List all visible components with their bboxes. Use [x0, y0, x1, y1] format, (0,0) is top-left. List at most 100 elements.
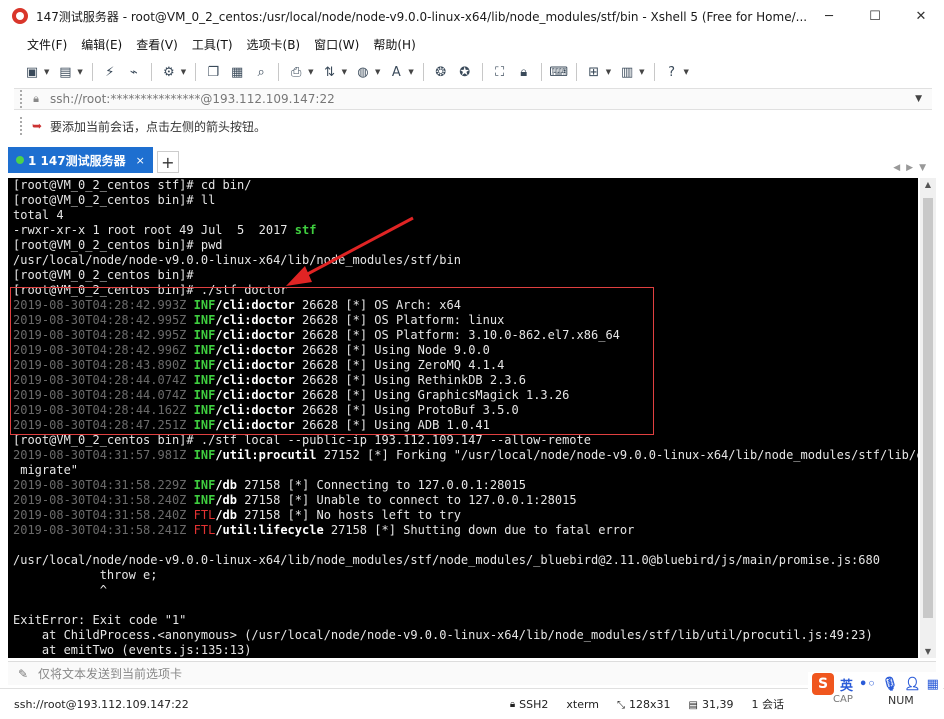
- lock-icon: 🔒︎: [509, 698, 516, 710]
- terminal-text: /cli:doctor: [215, 358, 295, 372]
- disconnect-icon[interactable]: ⌁: [125, 63, 143, 81]
- find-icon[interactable]: ⌕: [252, 63, 270, 81]
- toolbar-divider: [91, 63, 93, 81]
- tab-scroll-arrows-icon[interactable]: ◀▶▼: [893, 163, 936, 173]
- microphone-icon[interactable]: 🎙︎: [882, 677, 899, 692]
- terminal-text: 27158 [*] No hosts left to try: [237, 508, 461, 522]
- compose-bar: ✎ 仅将文本发送到当前选项卡: [8, 661, 936, 685]
- compose-send-icon[interactable]: ✎: [16, 667, 30, 681]
- terminal-text: 2019-08-30T04:28:44.074Z: [13, 373, 194, 387]
- terminal-text: 2019-08-30T04:28:42.996Z: [13, 343, 194, 357]
- session-address[interactable]: ssh://root:***************@193.112.109.1…: [50, 92, 335, 106]
- open-folder-icon[interactable]: ▤: [56, 63, 74, 81]
- terminal-line: [root@VM_0_2_centos bin]# ./stf local --…: [13, 433, 918, 448]
- info-text: 要添加当前会话，点击左侧的箭头按钮。: [50, 119, 267, 134]
- connected-status-icon: [16, 156, 24, 164]
- transfer-icon[interactable]: ⇅: [321, 63, 339, 81]
- terminal-line: total 4: [13, 208, 918, 223]
- terminal-text: INF: [193, 298, 216, 312]
- tab-session-1[interactable]: 1 147测试服务器 ×: [8, 147, 153, 173]
- menu-window[interactable]: 窗口(W): [307, 36, 366, 53]
- num-lock-indicator: NUM: [888, 694, 914, 707]
- scrollbar-thumb[interactable]: [923, 198, 933, 618]
- terminal-text: at ChildProcess.<anonymous> (/usr/local/…: [13, 628, 873, 642]
- fullscreen-icon[interactable]: ⛶: [491, 63, 509, 81]
- bookmark-arrow-icon[interactable]: ➥: [30, 119, 44, 133]
- xftp-icon[interactable]: ❂: [432, 63, 450, 81]
- tab-close-button[interactable]: ×: [136, 154, 145, 167]
- terminal-text: /usr/local/node/node-v9.0.0-linux-x64/li…: [13, 553, 880, 567]
- terminal-text: [root@VM_0_2_centos stf]# cd bin/: [13, 178, 252, 192]
- new-session-icon[interactable]: ▣: [23, 63, 41, 81]
- title-bar: 147测试服务器 - root@VM_0_2_centos:/usr/local…: [0, 0, 944, 32]
- menu-tools[interactable]: 工具(T): [185, 36, 240, 53]
- paste-icon[interactable]: ▦: [228, 63, 246, 81]
- terminal-line: [root@VM_0_2_centos stf]# cd bin/: [13, 178, 918, 193]
- drag-handle[interactable]: [20, 90, 24, 108]
- terminal-line: 2019-08-30T04:28:44.162Z INF/cli:doctor …: [13, 403, 918, 418]
- terminal-text: /db: [215, 508, 237, 522]
- close-button[interactable]: ✕: [898, 0, 944, 32]
- scroll-up-icon[interactable]: ▲: [920, 180, 936, 189]
- xagent-icon[interactable]: ✪: [456, 63, 474, 81]
- terminal-line: /usr/local/node/node-v9.0.0-linux-x64/li…: [13, 253, 918, 268]
- resize-icon: ⤡: [617, 699, 626, 711]
- chevron-down-icon[interactable]: ▼: [915, 94, 922, 104]
- terminal-text: 2019-08-30T04:28:42.995Z: [13, 328, 194, 342]
- toolbox-icon[interactable]: ▦: [927, 677, 939, 692]
- terminal-text: 2019-08-30T04:28:43.890Z: [13, 358, 194, 372]
- drag-handle[interactable]: [20, 117, 24, 135]
- menu-bar: 文件(F) 编辑(E) 查看(V) 工具(T) 选项卡(B) 窗口(W) 帮助(…: [20, 32, 423, 56]
- scroll-down-icon[interactable]: ▼: [920, 647, 936, 656]
- terminal-text: [root@VM_0_2_centos bin]# ll: [13, 193, 216, 207]
- terminal-line: [root@VM_0_2_centos bin]# pwd: [13, 238, 918, 253]
- lock-icon[interactable]: 🔒︎: [515, 63, 533, 81]
- terminal-text: INF: [193, 478, 216, 492]
- sogou-logo-icon[interactable]: S: [812, 673, 834, 695]
- add-tab-button[interactable]: +: [156, 151, 179, 173]
- maximize-button[interactable]: ☐: [852, 0, 898, 32]
- menu-edit[interactable]: 编辑(E): [74, 36, 129, 53]
- print-icon[interactable]: ⎙: [287, 63, 305, 81]
- menu-file[interactable]: 文件(F): [20, 36, 74, 53]
- copy-icon[interactable]: ❐: [204, 63, 222, 81]
- terminal-text: 2019-08-30T04:31:58.241Z: [13, 523, 194, 537]
- toolbar-divider: [575, 63, 577, 81]
- terminal-text: /cli:doctor: [215, 313, 295, 327]
- terminal-text: 27158 [*] Unable to connect to 127.0.0.1…: [237, 493, 577, 507]
- terminal-text: at emitTwo (events.js:135:13): [13, 643, 252, 657]
- terminal-line: [root@VM_0_2_centos bin]#: [13, 268, 918, 283]
- user-icon[interactable]: 👤︎: [904, 677, 921, 692]
- globe-icon[interactable]: ◍: [354, 63, 372, 81]
- terminal-line: 2019-08-30T04:28:43.890Z INF/cli:doctor …: [13, 358, 918, 373]
- properties-icon[interactable]: ⚙: [160, 63, 178, 81]
- menu-tab[interactable]: 选项卡(B): [240, 36, 308, 53]
- menu-help[interactable]: 帮助(H): [366, 36, 422, 53]
- status-size-label: 128x31: [629, 697, 671, 711]
- help-icon[interactable]: ?: [663, 63, 681, 81]
- menu-view[interactable]: 查看(V): [129, 36, 185, 53]
- terminal-text: /db: [215, 493, 237, 507]
- terminal-output[interactable]: [root@VM_0_2_centos stf]# cd bin/[root@V…: [8, 178, 918, 658]
- ime-language-toggle[interactable]: 英: [840, 675, 853, 694]
- layout-icon[interactable]: ▥: [618, 63, 636, 81]
- compose-input[interactable]: 仅将文本发送到当前选项卡: [38, 665, 182, 682]
- terminal-text: INF: [193, 493, 216, 507]
- keyboard-icon[interactable]: ⌨: [549, 63, 568, 81]
- terminal-text: 26628 [*] OS Platform: 3.10.0-862.el7.x8…: [294, 328, 620, 342]
- compose-icon[interactable]: ⊞: [585, 63, 603, 81]
- font-icon[interactable]: A: [387, 63, 405, 81]
- terminal-text: INF: [193, 403, 216, 417]
- terminal-scrollbar[interactable]: ▲ ▼: [920, 178, 936, 658]
- terminal-text: INF: [193, 343, 216, 357]
- terminal-line: -rwxr-xr-x 1 root root 49 Jul 5 2017 stf: [13, 223, 918, 238]
- terminal-line: at emitTwo (events.js:135:13): [13, 643, 918, 658]
- terminal-text: INF: [193, 418, 216, 432]
- minimize-button[interactable]: ─: [806, 0, 852, 32]
- ime-toolbar: S 英 •◦ 🎙︎ 👤︎ ▦: [808, 672, 943, 696]
- punctuation-icon[interactable]: •◦: [859, 677, 876, 692]
- toolbar-divider: [481, 63, 483, 81]
- connect-icon[interactable]: ⚡: [101, 63, 119, 81]
- terminal-text: FTL: [193, 523, 216, 537]
- terminal-text: INF: [193, 388, 216, 402]
